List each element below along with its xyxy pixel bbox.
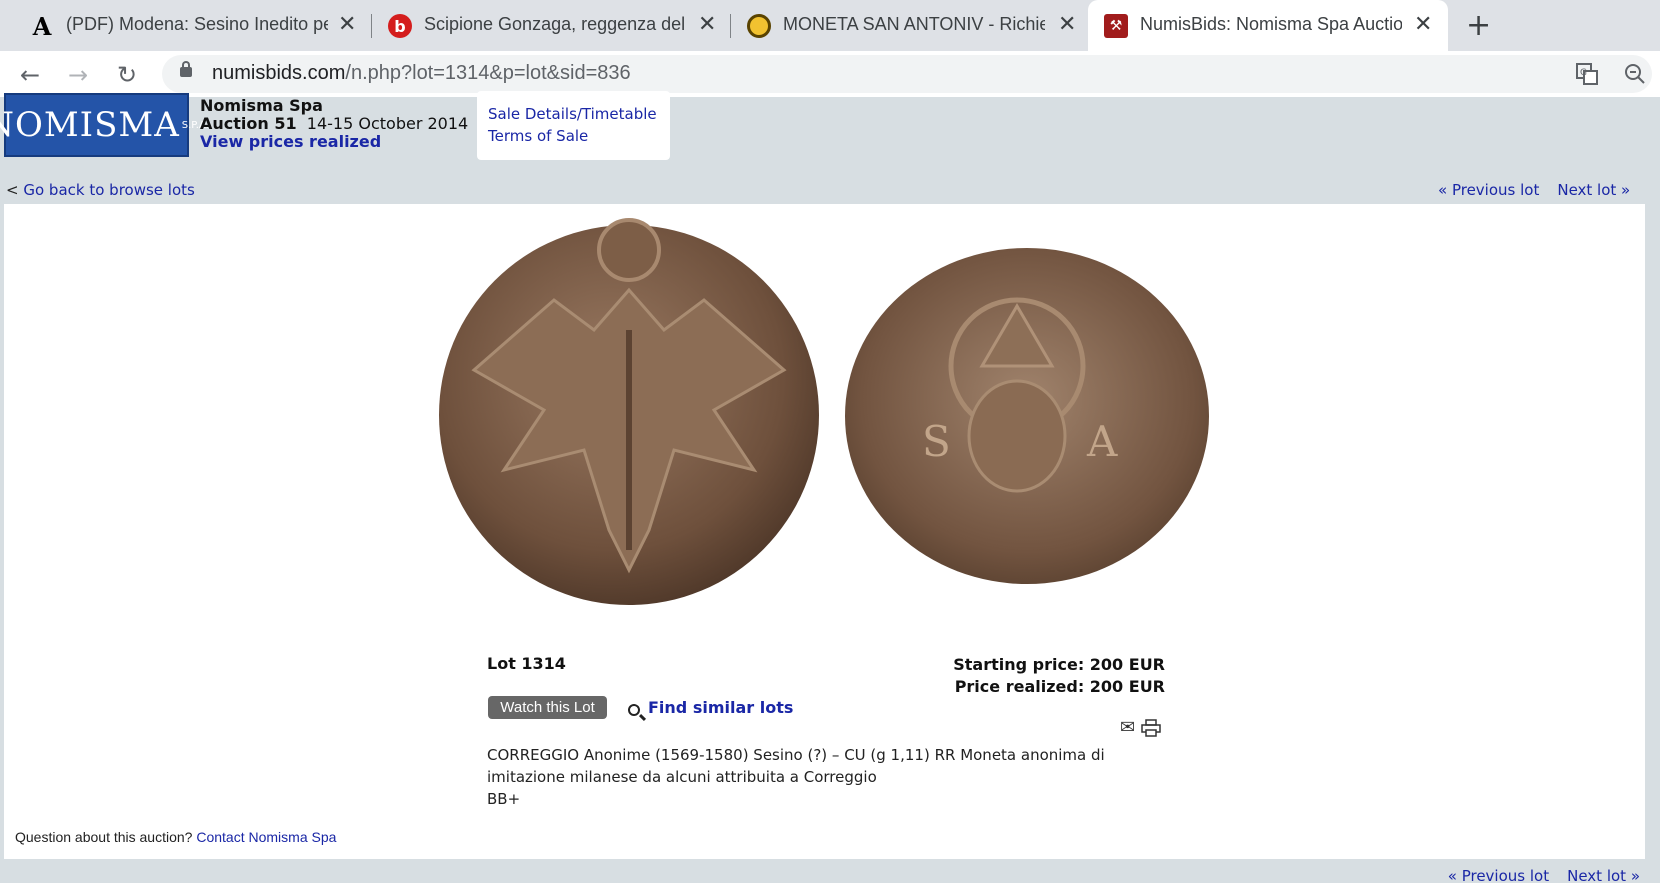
- email-icon[interactable]: ✉: [1120, 717, 1135, 738]
- auction-line: Auction 51 14-15 October 2014: [200, 115, 468, 133]
- svg-text:S: S: [922, 417, 951, 466]
- back-arrow-icon[interactable]: ←: [20, 61, 40, 89]
- share-icons: ✉: [1120, 717, 1161, 738]
- starting-price: Starting price: 200 EUR: [953, 655, 1165, 674]
- lock-icon: [180, 61, 192, 77]
- close-icon[interactable]: ✕: [1058, 12, 1076, 37]
- coin-icon: [747, 14, 771, 38]
- sale-details-link[interactable]: Sale Details/Timetable: [488, 103, 659, 125]
- question-text: Question about this auction?: [15, 829, 193, 845]
- lot-description: CORREGGIO Anonime (1569-1580) Sesino (?)…: [487, 744, 1147, 810]
- grade-text: BB+: [487, 790, 521, 808]
- reload-icon[interactable]: ↻: [117, 61, 137, 89]
- svg-text:G: G: [1580, 68, 1587, 78]
- auction-info: Nomisma Spa Auction 51 14-15 October 201…: [200, 97, 468, 151]
- watch-lot-button[interactable]: Watch this Lot: [488, 696, 607, 719]
- terms-of-sale-link[interactable]: Terms of Sale: [488, 125, 659, 147]
- tab-scipione[interactable]: b Scipione Gonzaga, reggenza dell ✕: [372, 0, 730, 51]
- lot-prices: Starting price: 200 EUR Price realized: …: [953, 654, 1165, 698]
- browser-toolbar: ← → ↻ numisbids.com/n.php?lot=1314&p=lot…: [0, 51, 1660, 97]
- previous-lot-link[interactable]: « Previous lot: [1438, 181, 1539, 199]
- find-similar-link[interactable]: Find similar lots: [628, 698, 793, 717]
- find-similar-label: Find similar lots: [648, 698, 794, 717]
- url-text[interactable]: numisbids.com/n.php?lot=1314&p=lot&sid=8…: [212, 62, 631, 85]
- academia-icon: A: [32, 11, 52, 41]
- forward-arrow-icon[interactable]: →: [68, 61, 88, 89]
- back-to-lots-link[interactable]: Go back to browse lots: [23, 181, 194, 199]
- back-prefix: <: [6, 181, 19, 199]
- auction-label: Auction 51: [200, 114, 297, 133]
- tab-title: (PDF) Modena: Sesino Inedito pe: [66, 14, 328, 34]
- nomisma-logo[interactable]: NOMISMA S.P.A.: [0, 93, 209, 157]
- contact-line: Question about this auction? Contact Nom…: [15, 829, 336, 845]
- url-host: numisbids.com: [212, 62, 346, 84]
- tab-moneta[interactable]: MONETA SAN ANTONIV - Richies ✕: [731, 0, 1087, 51]
- svg-text:A: A: [1086, 417, 1118, 466]
- auction-dates: 14-15 October 2014: [306, 114, 469, 133]
- previous-lot-link-bottom[interactable]: « Previous lot: [1448, 867, 1549, 883]
- next-lot-link[interactable]: Next lot »: [1557, 181, 1630, 199]
- tab-numisbids[interactable]: ⚒ NumisBids: Nomisma Spa Auctio ✕: [1088, 0, 1448, 51]
- new-tab-icon[interactable]: +: [1466, 8, 1491, 43]
- page-content: NOMISMA S.P.A. Nomisma Spa Auction 51 14-…: [0, 91, 1660, 883]
- price-realized: Price realized: 200 EUR: [954, 677, 1165, 696]
- b-logo-icon: b: [388, 14, 412, 38]
- tab-title: MONETA SAN ANTONIV - Richies: [783, 14, 1045, 34]
- search-icon: [628, 704, 640, 716]
- tab-pdf[interactable]: A (PDF) Modena: Sesino Inedito pe ✕: [0, 0, 370, 51]
- lot-number: Lot 1314: [487, 654, 566, 673]
- translate-icon[interactable]: G: [1576, 63, 1598, 90]
- print-icon[interactable]: [1141, 719, 1161, 737]
- company-name: Nomisma Spa: [200, 96, 323, 115]
- close-icon[interactable]: ✕: [698, 12, 716, 37]
- coin-obverse-image[interactable]: [434, 210, 824, 610]
- tab-title: Scipione Gonzaga, reggenza dell: [424, 14, 686, 34]
- logo-text: NOMISMA: [0, 105, 180, 145]
- close-icon[interactable]: ✕: [1414, 12, 1432, 37]
- tab-title: NumisBids: Nomisma Spa Auctio: [1140, 14, 1402, 34]
- lot-nav-top: « Previous lot Next lot »: [1420, 181, 1630, 199]
- contact-link[interactable]: Contact Nomisma Spa: [196, 829, 336, 845]
- gavel-icon: ⚒: [1104, 14, 1128, 38]
- url-path: /n.php?lot=1314&p=lot&sid=836: [345, 62, 631, 84]
- close-icon[interactable]: ✕: [338, 12, 356, 37]
- lot-panel: S A Lot 1314 Starting price: 200 EUR Pri…: [4, 204, 1645, 859]
- sale-links-box: Sale Details/Timetable Terms of Sale: [477, 91, 670, 160]
- zoom-icon[interactable]: [1624, 63, 1646, 90]
- lot-nav-bottom: « Previous lot Next lot »: [1430, 867, 1640, 883]
- description-text: CORREGGIO Anonime (1569-1580) Sesino (?)…: [487, 746, 1105, 786]
- tab-strip: A (PDF) Modena: Sesino Inedito pe ✕ b Sc…: [0, 0, 1660, 51]
- next-lot-link-bottom[interactable]: Next lot »: [1567, 867, 1640, 883]
- back-nav: < Go back to browse lots: [6, 181, 195, 199]
- view-prices-link[interactable]: View prices realized: [200, 132, 381, 151]
- coin-reverse-image[interactable]: S A: [842, 246, 1212, 586]
- address-bar[interactable]: numisbids.com/n.php?lot=1314&p=lot&sid=8…: [162, 55, 1652, 93]
